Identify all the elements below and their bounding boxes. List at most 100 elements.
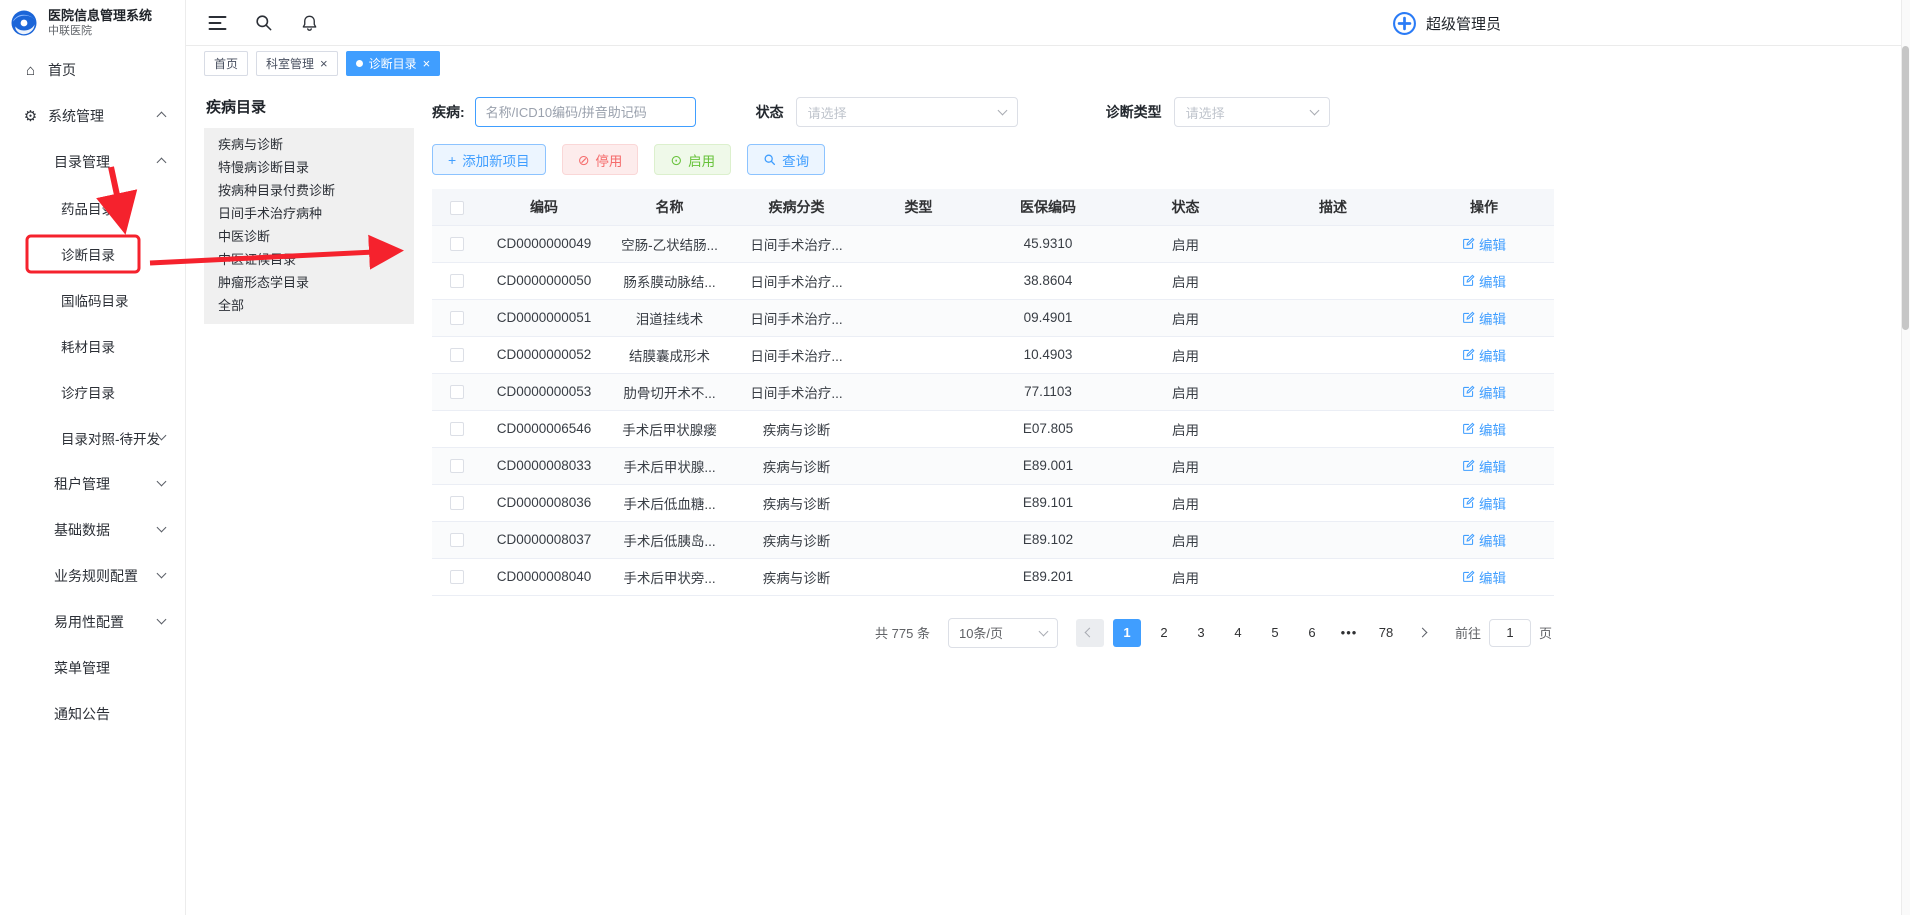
close-icon[interactable]: ×	[320, 57, 328, 70]
catalog-item[interactable]: 日间手术治疗病种	[204, 202, 414, 225]
col-category: 疾病分类	[733, 189, 860, 225]
tab-department-mgmt[interactable]: 科室管理 ×	[256, 51, 338, 76]
diagnosis-type-select[interactable]: 请选择	[1174, 97, 1330, 127]
sidebar-item-treatment-catalog[interactable]: 诊疗目录	[0, 369, 185, 415]
hamburger-menu-icon[interactable]	[208, 15, 227, 31]
sidebar-item-tenant-mgmt[interactable]: 租户管理	[0, 461, 185, 507]
sidebar-item-label: 药品目录	[61, 198, 115, 218]
edit-button[interactable]: 编辑	[1462, 419, 1506, 439]
next-page-button[interactable]	[1409, 619, 1437, 647]
table-row: CD0000000051 泪道挂线术 日间手术治疗... 09.4901 启用 …	[432, 299, 1554, 336]
edit-button[interactable]: 编辑	[1462, 308, 1506, 328]
edit-button[interactable]: 编辑	[1462, 567, 1506, 587]
sidebar-item-label: 目录管理	[54, 152, 110, 172]
disable-button[interactable]: ⊘ 停用	[562, 144, 639, 175]
scrollbar-track[interactable]	[1901, 0, 1910, 915]
row-checkbox[interactable]	[450, 237, 464, 251]
sidebar-item-label: 易用性配置	[54, 612, 124, 632]
edit-icon	[1462, 570, 1475, 583]
prev-page-button[interactable]	[1076, 619, 1104, 647]
goto-label: 前往	[1455, 623, 1481, 642]
notification-bell-icon[interactable]	[300, 13, 319, 33]
edit-button[interactable]: 编辑	[1462, 382, 1506, 402]
page-unit-label: 页	[1539, 623, 1552, 642]
page-button-1[interactable]: 1	[1113, 619, 1141, 647]
goto-page-input[interactable]	[1489, 619, 1531, 647]
status-select-value: 请选择	[808, 103, 847, 122]
page-button-78[interactable]: 78	[1372, 619, 1400, 647]
row-checkbox[interactable]	[450, 274, 464, 288]
page-button-3[interactable]: 3	[1187, 619, 1215, 647]
page-button-2[interactable]: 2	[1150, 619, 1178, 647]
cell-name: 空肠-乙状结肠...	[606, 225, 733, 262]
cell-description	[1252, 558, 1414, 595]
sidebar-item-label: 诊疗目录	[61, 382, 115, 402]
edit-button[interactable]: 编辑	[1462, 456, 1506, 476]
row-checkbox[interactable]	[450, 311, 464, 325]
row-checkbox[interactable]	[450, 348, 464, 362]
enable-button[interactable]: ⊙ 启用	[654, 144, 731, 175]
sidebar-item-home[interactable]: ⌂ 首页	[0, 47, 185, 93]
sidebar-item-label: 耗材目录	[61, 336, 115, 356]
cell-description	[1252, 484, 1414, 521]
catalog-title: 疾病目录	[204, 88, 414, 128]
row-checkbox[interactable]	[450, 422, 464, 436]
app-subtitle: 中联医院	[48, 24, 152, 38]
page-button-5[interactable]: 5	[1261, 619, 1289, 647]
sidebar-item-catalog-mgmt[interactable]: 目录管理	[0, 139, 185, 185]
catalog-item[interactable]: 肿瘤形态学目录	[204, 271, 414, 294]
cell-name: 泪道挂线术	[606, 299, 733, 336]
edit-button[interactable]: 编辑	[1462, 234, 1506, 254]
sidebar-item-basic-data[interactable]: 基础数据	[0, 507, 185, 553]
chevron-down-icon	[157, 615, 167, 625]
user-menu[interactable]: 超级管理员	[1392, 0, 1501, 46]
cell-description	[1252, 299, 1414, 336]
page-button-4[interactable]: 4	[1224, 619, 1252, 647]
sidebar-item-notice[interactable]: 通知公告	[0, 691, 185, 737]
cell-insurance-code: E89.102	[977, 521, 1119, 558]
edit-button[interactable]: 编辑	[1462, 530, 1506, 550]
sidebar-item-natl-clinical-code-catalog[interactable]: 国临码目录	[0, 277, 185, 323]
row-checkbox[interactable]	[450, 459, 464, 473]
sidebar-item-consumables-catalog[interactable]: 耗材目录	[0, 323, 185, 369]
query-button[interactable]: 查询	[747, 144, 825, 175]
row-checkbox[interactable]	[450, 385, 464, 399]
page-button-6[interactable]: 6	[1298, 619, 1326, 647]
catalog-item[interactable]: 中医诊断	[204, 225, 414, 248]
app-logo	[8, 8, 40, 40]
tab-diagnosis-catalog[interactable]: 诊断目录 ×	[346, 51, 441, 76]
search-icon[interactable]	[254, 13, 273, 32]
select-all-checkbox[interactable]	[450, 201, 464, 215]
sidebar-item-business-rules[interactable]: 业务规则配置	[0, 553, 185, 599]
edit-button[interactable]: 编辑	[1462, 493, 1506, 513]
row-checkbox[interactable]	[450, 496, 464, 510]
row-checkbox[interactable]	[450, 570, 464, 584]
row-checkbox[interactable]	[450, 533, 464, 547]
sidebar-item-catalog-mapping[interactable]: 目录对照-待开发	[0, 415, 185, 461]
filter-bar: 疾病: 状态 请选择 诊断类型 请选择	[432, 97, 1554, 127]
catalog-item[interactable]: 按病种目录付费诊断	[204, 179, 414, 202]
disease-search-input[interactable]	[475, 97, 696, 127]
more-pages-icon[interactable]: •••	[1335, 619, 1363, 647]
add-item-button[interactable]: + 添加新项目	[432, 144, 546, 175]
edit-button[interactable]: 编辑	[1462, 271, 1506, 291]
catalog-item[interactable]: 全部	[204, 294, 414, 317]
catalog-item[interactable]: 中医证候目录	[204, 248, 414, 271]
sidebar-item-menu-mgmt[interactable]: 菜单管理	[0, 645, 185, 691]
sidebar-item-drug-catalog[interactable]: 药品目录	[0, 185, 185, 231]
tab-home[interactable]: 首页	[204, 51, 248, 76]
home-icon: ⌂	[22, 62, 39, 79]
table-row: CD0000000053 肋骨切开术不... 日间手术治疗... 77.1103…	[432, 373, 1554, 410]
goto-page: 前往 页	[1455, 619, 1552, 647]
sidebar-item-system-mgmt[interactable]: ⚙ 系统管理	[0, 93, 185, 139]
status-select[interactable]: 请选择	[796, 97, 1018, 127]
scrollbar-thumb[interactable]	[1902, 46, 1909, 330]
sidebar-item-usability-config[interactable]: 易用性配置	[0, 599, 185, 645]
sidebar-item-diagnosis-catalog[interactable]: 诊断目录	[0, 231, 185, 277]
edit-button[interactable]: 编辑	[1462, 345, 1506, 365]
close-icon[interactable]: ×	[423, 57, 431, 70]
catalog-item[interactable]: 特慢病诊断目录	[204, 156, 414, 179]
catalog-item[interactable]: 疾病与诊断	[204, 133, 414, 156]
page-size-select[interactable]: 10条/页	[948, 618, 1058, 648]
sidebar-item-label: 通知公告	[54, 704, 110, 724]
